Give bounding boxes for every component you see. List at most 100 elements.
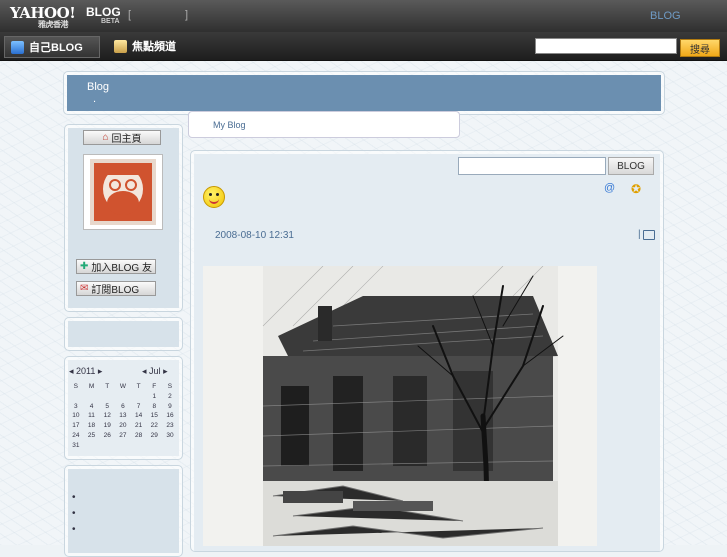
blog-name-bracket: [ ]	[128, 9, 188, 21]
calendar-day[interactable]: 20	[115, 422, 131, 432]
calendar-day[interactable]: 3	[68, 403, 84, 413]
calendar-day[interactable]: 28	[131, 432, 147, 442]
bracket-left: [	[128, 9, 132, 21]
calendar-day[interactable]	[99, 442, 115, 452]
blog-header: Blog .	[63, 71, 665, 115]
calendar-day[interactable]	[115, 442, 131, 452]
calendar-day[interactable]: 7	[131, 403, 147, 413]
sidebar-list-inner	[68, 469, 179, 553]
top-bar: YAHOO! 雅虎香港 BLOG BETA [ ] BLOG	[0, 0, 727, 32]
calendar-day[interactable]: 14	[131, 412, 147, 422]
house-icon: ⌂	[102, 132, 109, 143]
list-item[interactable]: •	[72, 524, 76, 535]
calendar-week: 10 11 12 13 14 15 16	[68, 412, 178, 422]
calendar-day[interactable]: 27	[115, 432, 131, 442]
logo-blog-text: BLOG	[86, 5, 121, 19]
calendar-day[interactable]: 29	[146, 432, 162, 442]
star-icon[interactable]: ✪	[631, 182, 643, 196]
subscribe-button[interactable]: ✉ 訂閱BLOG	[76, 281, 156, 296]
calendar-week: 24 25 26 27 28 29 30	[68, 432, 178, 442]
blog-search-button[interactable]: BLOG	[608, 157, 654, 175]
calendar-day[interactable]: 30	[162, 432, 178, 442]
calendar-day[interactable]: 4	[84, 403, 100, 413]
top-search-input[interactable]	[535, 38, 677, 54]
calendar-day[interactable]: 11	[84, 412, 100, 422]
blog-header-banner: Blog .	[67, 75, 661, 111]
calendar-week: 3 4 5 6 7 8 9	[68, 403, 178, 413]
calendar-day[interactable]: 12	[99, 412, 115, 422]
calendar-day[interactable]: 17	[68, 422, 84, 432]
calendar-day[interactable]	[131, 442, 147, 452]
calendar-day[interactable]: 2	[162, 393, 178, 403]
blog-subtitle: .	[93, 93, 97, 105]
email-icon[interactable]: @	[604, 182, 616, 194]
calendar-year-nav[interactable]: ◂ 2011 ▸	[69, 366, 102, 377]
calendar-day[interactable]: 5	[99, 403, 115, 413]
logo-beta-text: BETA	[101, 18, 120, 25]
calendar-day[interactable]	[84, 393, 100, 403]
yahoo-logo[interactable]: YAHOO! 雅虎香港	[10, 4, 76, 30]
calendar-day[interactable]: 25	[84, 432, 100, 442]
calendar-day[interactable]: 1	[146, 393, 162, 403]
calendar-day[interactable]: 18	[84, 422, 100, 432]
calendar-day[interactable]	[162, 442, 178, 452]
focus-channel-label: 焦點頻道	[132, 41, 176, 53]
sketch-drawing	[203, 266, 597, 546]
calendar-week: 1 2	[68, 393, 178, 403]
calendar-day[interactable]: 15	[146, 412, 162, 422]
top-blog-link[interactable]: BLOG	[650, 10, 681, 22]
weekday-label: F	[152, 383, 157, 390]
calendar-day[interactable]: 22	[146, 422, 162, 432]
prev-year-icon[interactable]: ◂	[69, 366, 74, 376]
calendar-day[interactable]	[84, 442, 100, 452]
calendar-day[interactable]: 21	[131, 422, 147, 432]
mood-smiley-icon	[203, 186, 225, 208]
my-blog-button[interactable]: 自己BLOG	[4, 36, 100, 58]
calendar-day[interactable]: 16	[162, 412, 178, 422]
focus-channel-button[interactable]: 焦點頻道	[108, 36, 182, 56]
next-year-icon[interactable]: ▸	[98, 366, 103, 376]
calendar-day[interactable]: 23	[162, 422, 178, 432]
my-blog-tab[interactable]: My Blog	[188, 111, 460, 138]
list-item[interactable]: •	[72, 508, 76, 519]
add-friend-button[interactable]: ✚ 加入BLOG 友	[76, 259, 156, 274]
blog-search-input[interactable]	[458, 157, 606, 175]
avatar[interactable]	[83, 154, 163, 230]
calendar-day[interactable]: 31	[68, 442, 84, 452]
blog-title: Blog	[87, 81, 110, 93]
weekday-label: S	[73, 383, 79, 390]
calendar-month: Jul	[149, 366, 161, 376]
calendar-grid: S M T W T F S 1 2 3 4 5 6 7 8 9 10 11 12…	[68, 383, 178, 452]
home-button-label: 回主頁	[111, 134, 142, 145]
sidebar-empty-panel	[64, 317, 183, 351]
comment-icon[interactable]	[642, 229, 655, 240]
calendar-day[interactable]: 8	[146, 403, 162, 413]
calendar-day[interactable]	[99, 393, 115, 403]
subscribe-label: 訂閱BLOG	[91, 285, 140, 296]
calendar-day[interactable]: 24	[68, 432, 84, 442]
calendar-weekday-row: S M T W T F S	[68, 383, 178, 393]
calendar-day[interactable]	[146, 442, 162, 452]
blog-icon	[11, 40, 24, 54]
next-month-icon[interactable]: ▸	[163, 366, 168, 376]
calendar-day[interactable]	[68, 393, 84, 403]
my-blog-label: 自己BLOG	[29, 42, 83, 54]
calendar-day[interactable]	[131, 393, 147, 403]
home-button[interactable]: ⌂ 回主頁	[83, 130, 161, 145]
calendar-day[interactable]	[115, 393, 131, 403]
top-search-button[interactable]: 搜尋	[680, 39, 720, 57]
weekday-label: T	[136, 383, 141, 390]
calendar-day[interactable]: 9	[162, 403, 178, 413]
prev-month-icon[interactable]: ◂	[142, 366, 147, 376]
calendar-day[interactable]: 10	[68, 412, 84, 422]
add-friend-label: 加入BLOG 友	[91, 263, 152, 274]
weekday-label: S	[167, 383, 173, 390]
post-meta-separator: |	[638, 229, 641, 240]
calendar-day[interactable]: 26	[99, 432, 115, 442]
calendar-day[interactable]: 19	[99, 422, 115, 432]
post-sketch-image	[203, 266, 597, 546]
calendar-month-nav[interactable]: ◂ Jul ▸	[142, 366, 168, 377]
calendar-day[interactable]: 6	[115, 403, 131, 413]
calendar-day[interactable]: 13	[115, 412, 131, 422]
list-item[interactable]: •	[72, 492, 76, 503]
